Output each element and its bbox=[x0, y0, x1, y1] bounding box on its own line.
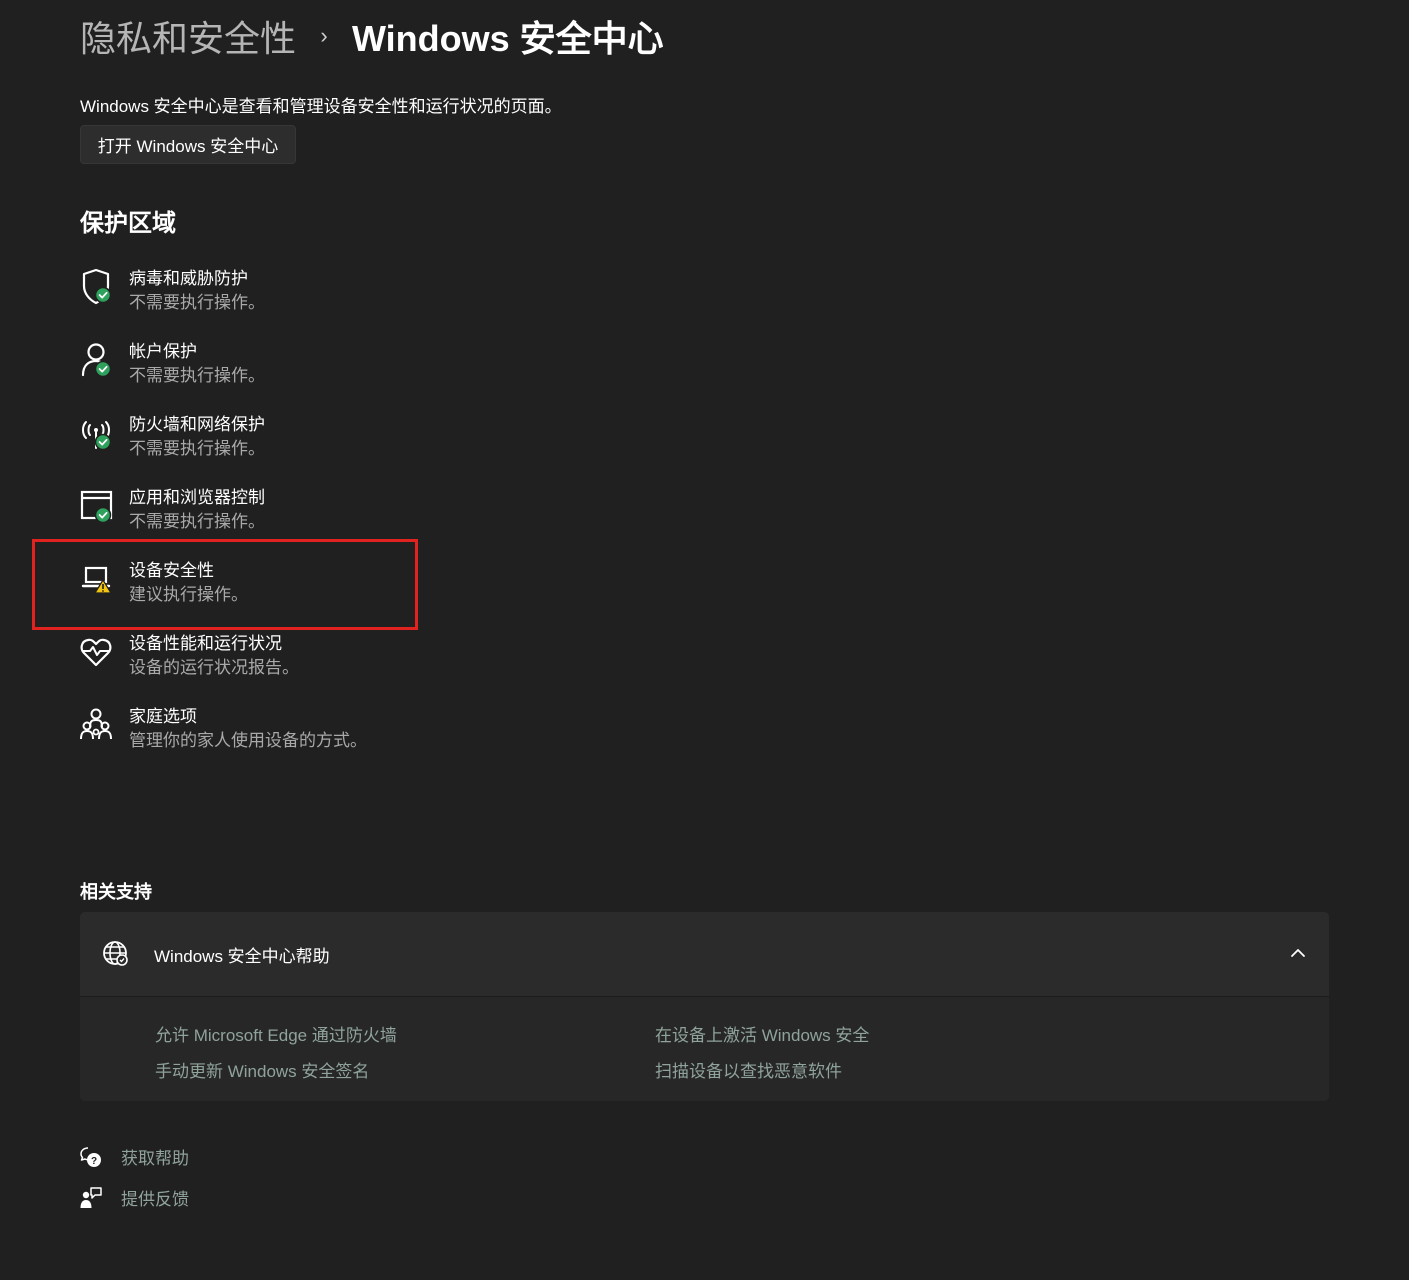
page-description: Windows 安全中心是查看和管理设备安全性和运行状况的页面。 bbox=[80, 97, 562, 116]
protection-areas-list: 病毒和威胁防护 不需要执行操作。 帐户保护 不需要执行操作。 防火墙和网络保护 … bbox=[80, 262, 500, 773]
heart-pulse-icon bbox=[80, 632, 114, 672]
feedback-label: 提供反馈 bbox=[121, 1190, 189, 1209]
settings-page: 隐私和安全性 › Windows 安全中心 Windows 安全中心是查看和管理… bbox=[0, 0, 1409, 1280]
feedback-link[interactable]: 提供反馈 bbox=[80, 1185, 189, 1210]
globe-icon bbox=[101, 939, 131, 969]
area-title: 家庭选项 bbox=[129, 707, 197, 726]
account-check-icon bbox=[80, 340, 114, 380]
area-title: 设备性能和运行状况 bbox=[129, 634, 282, 653]
help-card: Windows 安全中心帮助 允许 Microsoft Edge 通过防火墙 在… bbox=[80, 912, 1329, 1101]
area-device-performance-health[interactable]: 设备性能和运行状况 设备的运行状况报告。 bbox=[80, 627, 500, 700]
area-status: 设备的运行状况报告。 bbox=[129, 658, 299, 677]
svg-text:?: ? bbox=[91, 1156, 97, 1167]
area-status: 不需要执行操作。 bbox=[129, 293, 265, 312]
get-help-label: 获取帮助 bbox=[121, 1149, 189, 1168]
family-icon bbox=[80, 705, 114, 745]
firewall-network-icon bbox=[80, 413, 114, 453]
breadcrumb-separator-icon: › bbox=[320, 23, 328, 48]
area-title: 防火墙和网络保护 bbox=[129, 415, 265, 434]
chevron-up-icon[interactable] bbox=[1289, 944, 1307, 962]
area-account-protection[interactable]: 帐户保护 不需要执行操作。 bbox=[80, 335, 500, 408]
breadcrumb: 隐私和安全性 › Windows 安全中心 bbox=[80, 10, 664, 62]
area-title: 病毒和威胁防护 bbox=[129, 269, 248, 288]
area-family-options[interactable]: 家庭选项 管理你的家人使用设备的方式。 bbox=[80, 700, 500, 773]
page-title: Windows 安全中心 bbox=[352, 18, 664, 59]
area-title: 设备安全性 bbox=[129, 561, 214, 580]
help-header-toggle[interactable]: Windows 安全中心帮助 bbox=[80, 912, 1329, 997]
breadcrumb-parent[interactable]: 隐私和安全性 bbox=[80, 10, 296, 62]
help-header-label: Windows 安全中心帮助 bbox=[154, 946, 330, 966]
area-status: 管理你的家人使用设备的方式。 bbox=[129, 731, 367, 750]
area-status: 不需要执行操作。 bbox=[129, 439, 265, 458]
help-chat-icon: ? bbox=[80, 1146, 102, 1168]
help-link-edge-firewall[interactable]: 允许 Microsoft Edge 通过防火墙 bbox=[155, 1021, 397, 1046]
device-warning-icon bbox=[80, 559, 114, 599]
help-link-update-signatures[interactable]: 手动更新 Windows 安全签名 bbox=[155, 1057, 369, 1082]
related-support-title: 相关支持 bbox=[80, 882, 152, 902]
help-link-scan-malware[interactable]: 扫描设备以查找恶意软件 bbox=[655, 1057, 842, 1082]
help-link-activate-security[interactable]: 在设备上激活 Windows 安全 bbox=[655, 1021, 869, 1046]
area-app-browser-control[interactable]: 应用和浏览器控制 不需要执行操作。 bbox=[80, 481, 500, 554]
area-status: 不需要执行操作。 bbox=[129, 512, 265, 531]
help-body: 允许 Microsoft Edge 通过防火墙 在设备上激活 Windows 安… bbox=[80, 997, 1329, 1101]
app-browser-icon bbox=[80, 486, 114, 526]
get-help-link[interactable]: ? 获取帮助 bbox=[80, 1144, 189, 1169]
open-windows-security-button[interactable]: 打开 Windows 安全中心 bbox=[80, 125, 296, 164]
area-status: 不需要执行操作。 bbox=[129, 366, 265, 385]
area-firewall-network-protection[interactable]: 防火墙和网络保护 不需要执行操作。 bbox=[80, 408, 500, 481]
area-device-security[interactable]: 设备安全性 建议执行操作。 bbox=[80, 554, 500, 627]
area-virus-threat-protection[interactable]: 病毒和威胁防护 不需要执行操作。 bbox=[80, 262, 500, 335]
area-status: 建议执行操作。 bbox=[129, 585, 248, 604]
area-title: 帐户保护 bbox=[129, 342, 197, 361]
feedback-icon bbox=[80, 1186, 102, 1209]
shield-check-icon bbox=[80, 267, 114, 307]
protection-areas-title: 保护区域 bbox=[80, 210, 176, 237]
area-title: 应用和浏览器控制 bbox=[129, 488, 265, 507]
